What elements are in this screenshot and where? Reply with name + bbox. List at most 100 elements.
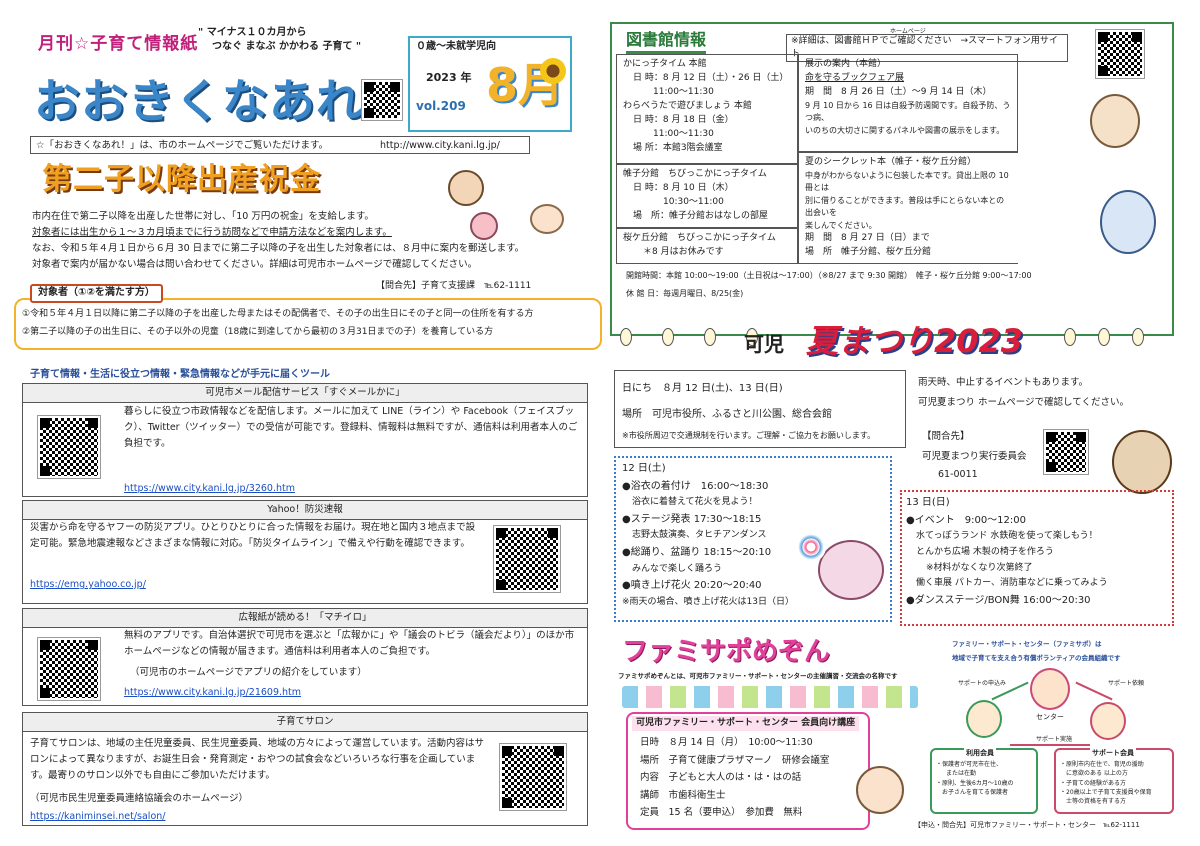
lib-c2-1: 日 時：8 月 10 日（木）: [633, 182, 734, 193]
celebration-line-4: 対象者で案内が届かない場合は問い合わせてください。詳細は可児市ホームページで確認…: [32, 259, 478, 270]
target-conditions-box: [14, 298, 602, 350]
sunflower-illustration: [540, 58, 566, 84]
web-url[interactable]: http://www.city.kani.lg.jp/: [380, 139, 500, 153]
lib-c2-2: 10:30～11:00: [663, 196, 724, 207]
lantern-row-right: [1064, 318, 1184, 354]
drummer-illustration: [1112, 430, 1172, 494]
tool-body-sugumail: 暮らしに役立つ市政情報などを配信します。メールに加えて LINE（ライン）や F…: [124, 406, 578, 450]
famisapo-title: ファミサポめぞん: [622, 637, 831, 667]
lib-d2-0: 夏のシークレット本（帷子・桜ケ丘分館）: [805, 157, 977, 167]
day12-4: 志野太鼓演奏、タヒチアンダンス: [632, 530, 767, 541]
tool-link-yahoo[interactable]: https://emg.yahoo.co.jp/: [30, 578, 146, 592]
course-place: 場所 子育て健康プラザマーノ 研修会議室: [640, 754, 830, 766]
library-sakuragaoka-branch: 桜ケ丘分館 ちびっこかにっ子タイム ＊8 月はお休みです: [616, 228, 798, 264]
user-line-1: または在勤: [946, 770, 977, 778]
masthead-title: おおきくなあれ！: [34, 74, 410, 128]
support-line-3: ・20歳以上で子育て支援員や保育: [1060, 788, 1152, 796]
masthead-qr-code: [361, 79, 403, 121]
child-reading-illustration: [1100, 190, 1156, 254]
support-line-0: ・原則市内在住で、育児の援助: [1060, 761, 1144, 768]
diagram-request: サポートの申込み: [958, 680, 1007, 687]
target-condition-2: ②第二子以降の子の出生日に、その子以外の児童（18歳に到達してから最初の３月31…: [22, 327, 494, 337]
lantern-icon: [620, 328, 632, 346]
festival-traffic-note: ※市役所周辺で交通規制を行います。ご理解・ご協力をお願いします。: [622, 431, 876, 440]
day13-6: ●ダンスステージ/BON舞 16:00～20:30: [906, 595, 1091, 606]
lib-d1-0: 展示の案内（本館）: [805, 59, 887, 69]
lib-c1-6: 場 所：本館3階会議室: [633, 142, 723, 153]
support-line-4: 士等の資格を有する方: [1066, 798, 1127, 806]
toothbrush-child-illustration: [856, 766, 904, 814]
family-illustration: [448, 170, 484, 206]
course-lecturer: 講師 市歯科衛生士: [640, 789, 726, 801]
famisapo-description: ファミサポめぞんとは、可児市ファミリー・サポート・センターの主催講習・交流会の名…: [618, 672, 898, 680]
tool-title-sugumail: 可児市メール配信サービス「すぐメールかに」: [23, 384, 587, 403]
lib-d1-2: 期 間 8 月 26 日（土）～9 月 14 日（木）: [805, 86, 992, 97]
yukata-children-illustration: [818, 540, 884, 600]
library-closed: 休 館 日：毎週月曜日、8/25(金): [626, 289, 744, 298]
lib-d2-4: 期 間 8 月 27 日（日）まで: [805, 232, 930, 243]
user-line-2: ・原則、生後6カ月～10歳の: [936, 779, 1014, 787]
lantern-icon: [1064, 328, 1076, 346]
day13-0: 13 日(日): [906, 497, 950, 508]
tool-link-salon[interactable]: https://kaniminsei.net/salon/: [30, 810, 165, 824]
mother-child-reading-illustration: [1090, 94, 1140, 148]
lib-c1-5: 11:00～11:30: [653, 128, 714, 139]
user-line-0: ・保護者が可児市在住、: [936, 761, 1003, 768]
celebration-title: 第二子以降出産祝金: [42, 162, 321, 197]
festival-qr-code: [1043, 429, 1089, 475]
course-date: 日時 ８月 14 日（月） 10:00～11:30: [640, 737, 813, 748]
arrow-right: [1075, 681, 1113, 701]
day13-1: ●イベント 9:00～12:00: [906, 514, 1026, 526]
support-line-1: に意欲のある 以上の方: [1066, 770, 1128, 778]
lib-c2-3: 場 所：帷子分館おはなしの部屋: [633, 210, 769, 221]
support-line-2: ・子育ての経験がある方: [1060, 779, 1127, 787]
lib-c1-1: 日 時：8 月 12 日（土）・26 日（土）: [633, 72, 789, 83]
lib-d2-5: 場 所 帷子分館、桜ケ丘分館: [805, 246, 932, 257]
day12-1: ●浴衣の着付け 16:00～18:30: [622, 480, 769, 492]
lib-d2-1: 中身がわからないように包装した本です。貸出上限の 10 冊とは: [805, 170, 1009, 193]
support-member-lines: ・原則市内在住で、育児の援助 に意欲のある 以上の方 ・子育ての経験がある方 ・…: [1060, 760, 1152, 806]
sugumail-qr-code: [37, 415, 101, 479]
yahoo-qr-code: [493, 525, 561, 593]
course-content: 内容 子どもと大人のは・は・はの話: [640, 772, 802, 784]
support-member-title: サポート会員: [1090, 748, 1136, 759]
day12-5: ●総踊り、盆踊り 18:15～20:10: [622, 547, 772, 558]
masthead-kicker: 月刊☆子育て情報紙: [38, 34, 199, 54]
festival-contact-org: 可児夏まつり実行委員会: [922, 451, 1027, 462]
celebration-line-3: なお、令和５年４月１日から６月 30 日までに第二子以降の子を出生した対象者には…: [32, 243, 525, 254]
tool-link-machiiro[interactable]: https://www.city.kani.lg.jp/21609.htm: [124, 686, 301, 700]
user-line-3: お子さんを育てる保護者: [942, 788, 1009, 796]
day12-6: みんなで楽しく踊ろう: [632, 563, 723, 574]
day13-2: 水てっぽうランド 水鉄砲を使って楽しもう！: [916, 531, 1098, 541]
tool-title-machiiro: 広報紙が読める！「マチイロ」: [23, 609, 587, 628]
famisapo-contact: 【申込・問合先】可児市ファミリー・サポート・センター ℡62-1111: [914, 821, 1140, 829]
tool-note-salon: （可児市民生児童委員連絡協議会のホームページ）: [30, 793, 249, 804]
day12-0: 12 日(土): [622, 463, 666, 474]
lib-d1-3: 9 月 10 日から 16 日は自殺予防週間です。自殺予防、うつ病、: [805, 100, 1011, 123]
library-title: 図書館情報: [626, 28, 707, 55]
lib-c3-0: 桜ケ丘分館 ちびっこかにっ子タイム: [623, 233, 776, 243]
day12-2: 浴衣に着替えて花火を見よう！: [632, 497, 758, 507]
library-hours: 開館時間：本館 10:00～19:00（土日祝は～17:00）（※8/27 まで…: [626, 271, 1032, 280]
cups-illustration: [622, 686, 918, 708]
center-staff-illustration: [1030, 668, 1070, 710]
lib-c1-3: わらべうたで遊びましょう 本館: [623, 100, 752, 111]
tool-note-machiiro: （可児市のホームページでアプリの紹介をしています）: [130, 667, 367, 678]
tool-link-sugumail[interactable]: https://www.city.kani.lg.jp/3260.htm: [124, 482, 295, 496]
web-note: ☆「おおきくなあれ！」は、市のホームページでご覧いただけます。: [36, 140, 329, 151]
lib-c2-0: 帷子分館 ちびっこかにっ子タイム: [623, 169, 767, 179]
tools-heading: 子育て情報・生活に役立つ情報・緊急情報などが手元に届くツール: [30, 369, 330, 380]
day13-4: ※材料がなくなり次第終了: [926, 562, 1033, 573]
target-label: 対象者（①②を満たす方）: [30, 284, 163, 303]
tool-body-yahoo: 災害から命を守るヤフーの防災アプリ。ひとりひとりに合った情報をお届け。現在地と国…: [30, 522, 476, 550]
festival-contact-label: 【問合先】: [922, 431, 970, 442]
famisapo-course-title: 可児市ファミリー・サポート・センター 会員向け講座: [632, 716, 860, 732]
lantern-icon: [1132, 328, 1144, 346]
diagram-dispatch: サポート依頼: [1108, 680, 1145, 687]
course-capacity: 定員 15 名（要申込） 参加費 無料: [640, 807, 803, 819]
celebration-contact: 【問合先】子育て支援課 ℡62-1111: [376, 281, 532, 291]
lib-c1-0: かにっ子タイム 本館: [623, 59, 707, 69]
user-member-title: 利用会員: [964, 748, 996, 759]
machiiro-qr-code: [37, 637, 101, 701]
baby-illustration: [530, 204, 564, 234]
